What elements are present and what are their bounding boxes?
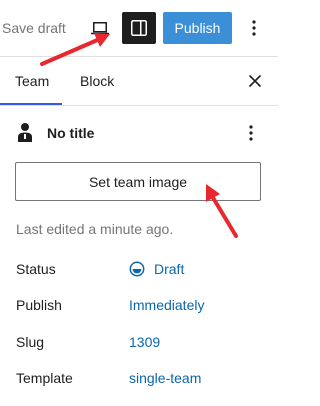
publish-date-button[interactable]: Immediately (129, 296, 204, 314)
save-draft-button[interactable]: Save draft (2, 19, 66, 37)
tab-block[interactable]: Block (80, 57, 114, 105)
status-value: Draft (154, 261, 185, 277)
draft-status-icon (129, 261, 145, 277)
laptop-icon (91, 22, 109, 35)
publish-label: Publish (16, 297, 62, 313)
close-icon (249, 75, 261, 87)
editor-toolbar: Save draft Publish (0, 0, 278, 56)
publish-button[interactable]: Publish (163, 12, 232, 44)
set-team-image-button[interactable]: Set team image (15, 162, 261, 201)
tab-team[interactable]: Team (15, 57, 49, 105)
status-label: Status (16, 261, 56, 277)
sidebar-tabs: Team Block (0, 57, 278, 105)
vertical-ellipsis-icon (249, 125, 253, 141)
options-menu-button[interactable] (244, 14, 264, 42)
preview-button[interactable] (85, 12, 115, 44)
person-icon (18, 123, 32, 142)
vertical-ellipsis-icon (252, 20, 256, 36)
post-actions-menu[interactable] (241, 122, 261, 144)
slug-button[interactable]: 1309 (129, 333, 160, 351)
tabs-divider (0, 105, 278, 106)
post-title: No title (47, 125, 95, 141)
close-sidebar-button[interactable] (244, 70, 266, 92)
template-button[interactable]: single-team (129, 369, 201, 387)
sidebar-toggle-icon (131, 20, 147, 36)
settings-sidebar-toggle[interactable] (122, 12, 156, 44)
slug-label: Slug (16, 334, 45, 350)
template-label: Template (16, 370, 73, 386)
status-value-button[interactable]: Draft (129, 260, 184, 278)
last-edited-text: Last edited a minute ago. (16, 221, 174, 237)
